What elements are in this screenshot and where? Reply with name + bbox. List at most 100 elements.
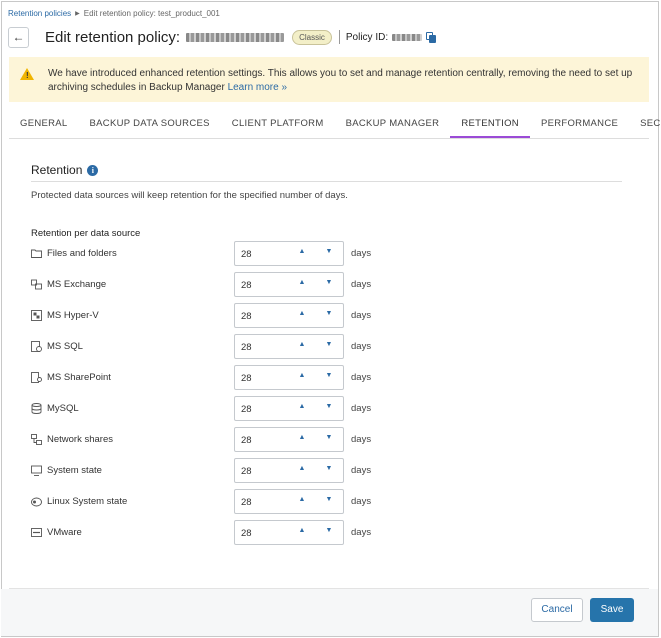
linux-icon bbox=[31, 497, 42, 507]
breadcrumb: Retention policies ▶ Edit retention poli… bbox=[8, 9, 220, 18]
row-label: MySQL bbox=[47, 403, 79, 414]
tab-general[interactable]: GENERAL bbox=[9, 110, 79, 138]
subheading: Retention per data source bbox=[31, 228, 141, 239]
decrement-icon[interactable]: ▼ bbox=[322, 465, 336, 472]
days-stepper[interactable]: 28 ▲ ▼ bbox=[234, 272, 344, 297]
unit-label: days bbox=[351, 496, 372, 507]
days-stepper[interactable]: 28 ▲ ▼ bbox=[234, 489, 344, 514]
network-icon bbox=[31, 434, 42, 445]
decrement-icon[interactable]: ▼ bbox=[322, 434, 336, 441]
stepper-value[interactable]: 28 bbox=[241, 342, 252, 353]
tab-client-platform[interactable]: CLIENT PLATFORM bbox=[221, 110, 335, 138]
days-stepper[interactable]: 28 ▲ ▼ bbox=[234, 427, 344, 452]
row-label: Linux System state bbox=[47, 496, 128, 507]
decrement-icon[interactable]: ▼ bbox=[322, 341, 336, 348]
cancel-button[interactable]: Cancel bbox=[531, 598, 583, 622]
days-stepper[interactable]: 28 ▲ ▼ bbox=[234, 458, 344, 483]
tab-security[interactable]: SECURITY bbox=[629, 110, 661, 138]
decrement-icon[interactable]: ▼ bbox=[322, 279, 336, 286]
stepper-value[interactable]: 28 bbox=[241, 280, 252, 291]
footer-divider bbox=[9, 588, 649, 589]
redacted-policy-name bbox=[186, 32, 285, 42]
decrement-icon[interactable]: ▼ bbox=[322, 496, 336, 503]
row-label: Files and folders bbox=[47, 248, 117, 259]
retention-row-files-and-folders: Files and folders 28 ▲ ▼ days bbox=[31, 241, 391, 266]
row-label: MS SQL bbox=[47, 341, 83, 352]
redacted-policy-id bbox=[392, 33, 423, 41]
row-label: System state bbox=[47, 465, 102, 476]
stepper-value[interactable]: 28 bbox=[241, 528, 252, 539]
section-title: Retention i bbox=[31, 163, 99, 177]
exchange-icon bbox=[31, 279, 42, 290]
unit-label: days bbox=[351, 465, 372, 476]
days-stepper[interactable]: 28 ▲ ▼ bbox=[234, 520, 344, 545]
decrement-icon[interactable]: ▼ bbox=[322, 527, 336, 534]
increment-icon[interactable]: ▲ bbox=[295, 248, 309, 255]
tab-backup-data-sources[interactable]: BACKUP DATA SOURCES bbox=[79, 110, 221, 138]
stepper-value[interactable]: 28 bbox=[241, 404, 252, 415]
breadcrumb-current: Edit retention policy: test_product_001 bbox=[83, 9, 220, 18]
back-button[interactable]: ← bbox=[8, 26, 29, 48]
divider bbox=[338, 30, 340, 44]
days-stepper[interactable]: 28 ▲ ▼ bbox=[234, 365, 344, 390]
info-icon[interactable]: i bbox=[87, 164, 99, 176]
warning-icon: ! bbox=[19, 68, 35, 82]
retention-panel: Retention i Protected data sources will … bbox=[9, 140, 649, 588]
retention-row-mysql: MySQL 28 ▲ ▼ days bbox=[31, 396, 391, 421]
days-stepper[interactable]: 28 ▲ ▼ bbox=[234, 396, 344, 421]
section-description: Protected data sources will keep retenti… bbox=[31, 190, 348, 201]
decrement-icon[interactable]: ▼ bbox=[322, 403, 336, 410]
monitor-icon bbox=[31, 465, 42, 476]
unit-label: days bbox=[351, 310, 372, 321]
decrement-icon[interactable]: ▼ bbox=[322, 248, 336, 255]
folder-icon bbox=[31, 249, 42, 258]
page-title: Edit retention policy: bbox=[45, 28, 181, 46]
section-title-text: Retention bbox=[31, 163, 83, 177]
decrement-icon[interactable]: ▼ bbox=[322, 310, 336, 317]
sharepoint-icon bbox=[31, 372, 42, 383]
copy-icon[interactable] bbox=[426, 31, 437, 43]
days-stepper[interactable]: 28 ▲ ▼ bbox=[234, 334, 344, 359]
increment-icon[interactable]: ▲ bbox=[295, 372, 309, 379]
increment-icon[interactable]: ▲ bbox=[295, 403, 309, 410]
increment-icon[interactable]: ▲ bbox=[295, 434, 309, 441]
breadcrumb-parent-link[interactable]: Retention policies bbox=[8, 9, 71, 18]
increment-icon[interactable]: ▲ bbox=[295, 465, 309, 472]
vmware-icon bbox=[31, 528, 42, 537]
stepper-value[interactable]: 28 bbox=[241, 311, 252, 322]
learn-more-link[interactable]: Learn more » bbox=[228, 82, 287, 93]
days-stepper[interactable]: 28 ▲ ▼ bbox=[234, 241, 344, 266]
unit-label: days bbox=[351, 434, 372, 445]
stepper-value[interactable]: 28 bbox=[241, 497, 252, 508]
decrement-icon[interactable]: ▼ bbox=[322, 372, 336, 379]
increment-icon[interactable]: ▲ bbox=[295, 496, 309, 503]
info-banner: ! We have introduced enhanced retention … bbox=[9, 57, 649, 102]
tab-retention[interactable]: RETENTION bbox=[450, 110, 530, 138]
classic-badge: Classic bbox=[292, 29, 332, 45]
stepper-value[interactable]: 28 bbox=[241, 435, 252, 446]
row-label: Network shares bbox=[47, 434, 113, 445]
row-label: VMware bbox=[47, 527, 82, 538]
hyperv-icon bbox=[31, 310, 42, 321]
increment-icon[interactable]: ▲ bbox=[295, 310, 309, 317]
save-button[interactable]: Save bbox=[590, 598, 634, 622]
increment-icon[interactable]: ▲ bbox=[295, 527, 309, 534]
retention-row-network-shares: Network shares 28 ▲ ▼ days bbox=[31, 427, 391, 452]
days-stepper[interactable]: 28 ▲ ▼ bbox=[234, 303, 344, 328]
tab-backup-manager[interactable]: BACKUP MANAGER bbox=[335, 110, 451, 138]
stepper-value[interactable]: 28 bbox=[241, 249, 252, 260]
unit-label: days bbox=[351, 403, 372, 414]
stepper-value[interactable]: 28 bbox=[241, 466, 252, 477]
stepper-value[interactable]: 28 bbox=[241, 373, 252, 384]
database-icon bbox=[31, 403, 42, 414]
retention-row-system-state: System state 28 ▲ ▼ days bbox=[31, 458, 391, 483]
increment-icon[interactable]: ▲ bbox=[295, 279, 309, 286]
retention-row-ms-sql: MS SQL 28 ▲ ▼ days bbox=[31, 334, 391, 359]
row-label: MS SharePoint bbox=[47, 372, 111, 383]
increment-icon[interactable]: ▲ bbox=[295, 341, 309, 348]
section-divider bbox=[31, 181, 622, 182]
tab-performance[interactable]: PERFORMANCE bbox=[530, 110, 629, 138]
unit-label: days bbox=[351, 527, 372, 538]
title-bar: ← Edit retention policy: Classic Policy … bbox=[8, 26, 437, 48]
retention-row-linux-system-state: Linux System state 28 ▲ ▼ days bbox=[31, 489, 391, 514]
